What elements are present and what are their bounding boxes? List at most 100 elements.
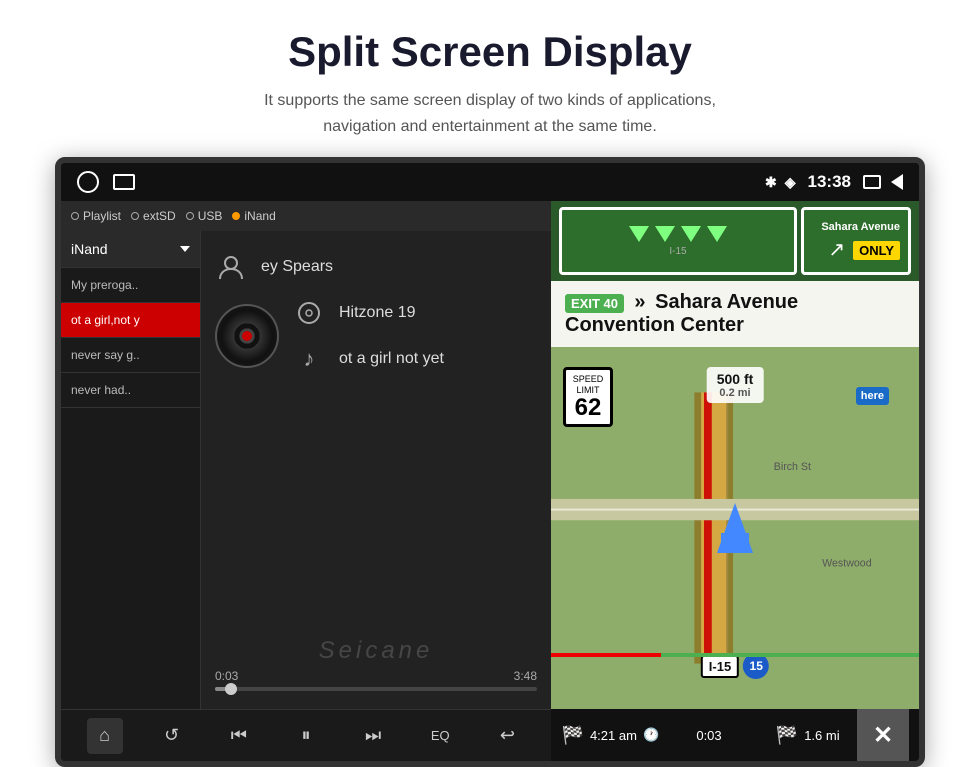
- up-right-arrow-icon: ↗: [828, 237, 845, 262]
- music-panel: Playlist extSD USB iNand: [61, 201, 551, 761]
- remaining-distance: 1.6 mi: [804, 728, 839, 743]
- nav-elapsed: 0:03: [660, 728, 759, 743]
- map-area: Birch St Westwood SPEEDLIMIT 62 500 ft 0…: [551, 347, 919, 709]
- pause-button[interactable]: ⏸: [288, 718, 324, 754]
- album-name: Hitzone 19: [339, 304, 416, 322]
- tab-playlist[interactable]: Playlist: [71, 209, 121, 223]
- music-body: iNand My preroga.. ot a girl,not y never…: [61, 231, 551, 709]
- controls-bar: ⌂ ↺ ⏮ ⏸ ⏭ EQ ↩: [61, 709, 551, 761]
- highway-sign-left: I-15: [559, 207, 797, 275]
- distance-overlay: 500 ft 0.2 mi: [707, 367, 764, 403]
- playlist-item-2[interactable]: never say g..: [61, 338, 200, 373]
- vinyl-disc: [215, 304, 279, 368]
- nav-close-button[interactable]: ✕: [857, 709, 909, 761]
- eta-time: 4:21 am: [590, 728, 637, 743]
- album-row: Hitzone 19 ♪ ot a girl not yet: [215, 297, 537, 375]
- location-icon: ◈: [785, 174, 796, 191]
- status-left-icons: [77, 171, 135, 193]
- exit-street: Sahara Avenue: [655, 291, 798, 313]
- arrow-1: [629, 226, 649, 242]
- close-x-icon: ✕: [873, 721, 893, 750]
- svg-text:Westwood: Westwood: [822, 558, 872, 570]
- nav-bottom-bar: 🏁 4:21 am 🕐 0:03 🏁 1.6 mi ✕: [551, 709, 919, 761]
- dot-usb: [186, 212, 194, 220]
- window-icon: [863, 175, 881, 189]
- elapsed-time: 0:03: [696, 728, 721, 743]
- split-screen: Playlist extSD USB iNand: [61, 201, 919, 761]
- home-button[interactable]: ⌂: [87, 718, 123, 754]
- arrow-2: [655, 226, 675, 242]
- page-subtitle: It supports the same screen display of t…: [20, 88, 960, 139]
- artist-name: ey Spears: [261, 258, 333, 276]
- artist-row: ey Spears: [215, 251, 537, 283]
- only-badge: ONLY: [853, 241, 900, 260]
- player-center: ey Spears: [201, 231, 551, 709]
- image-icon: [113, 174, 135, 190]
- nav-remaining: 🏁 1.6 mi: [758, 725, 857, 746]
- back-icon: [891, 174, 903, 190]
- playlist-sidebar: iNand My preroga.. ot a girl,not y never…: [61, 231, 201, 709]
- status-bar: ✱ ◈ 13:38: [61, 163, 919, 201]
- track-info: ey Spears: [215, 251, 537, 375]
- arrow-4: [707, 226, 727, 242]
- page-title: Split Screen Display: [20, 28, 960, 76]
- tab-usb[interactable]: USB: [186, 209, 223, 223]
- status-right: ✱ ◈ 13:38: [765, 172, 903, 192]
- exit-instruction-bar: EXIT 40 » Sahara Avenue Convention Cente…: [551, 281, 919, 347]
- source-tabs: Playlist extSD USB iNand: [61, 201, 551, 231]
- dot-inand: [232, 212, 240, 220]
- progress-bar[interactable]: [215, 687, 537, 691]
- device-frame: ✱ ◈ 13:38 Playlist extSD: [55, 157, 925, 767]
- bluetooth-icon: ✱: [765, 174, 777, 191]
- sahara-avenue-label: Sahara Avenue: [821, 221, 900, 233]
- next-button[interactable]: ⏭: [355, 718, 391, 754]
- nav-icons: [863, 174, 903, 190]
- highway-sign-right: Sahara Avenue ↗ ONLY: [801, 207, 911, 275]
- highway-sign-area: I-15 Sahara Avenue ↗ ONLY: [551, 201, 919, 281]
- speed-limit-number: 62: [570, 396, 606, 420]
- progress-thumb: [225, 683, 237, 695]
- tab-inand[interactable]: iNand: [232, 209, 275, 223]
- time-current: 0:03: [215, 669, 238, 683]
- nav-arrow-container: [717, 503, 753, 553]
- artist-icon: [215, 251, 247, 283]
- flag-start-icon: 🏁: [562, 725, 584, 746]
- nav-eta: 🏁 4:21 am 🕐: [561, 725, 660, 746]
- source-label: iNand: [71, 241, 108, 257]
- arrow-3: [681, 226, 701, 242]
- time-total: 3:48: [514, 669, 537, 683]
- track-name: ot a girl not yet: [339, 350, 444, 368]
- prev-button[interactable]: ⏮: [221, 718, 257, 754]
- progress-times: 0:03 3:48: [215, 669, 537, 683]
- dot-playlist: [71, 212, 79, 220]
- clock-icon: 🕐: [643, 727, 659, 743]
- music-note-icon: ♪: [293, 343, 325, 375]
- progress-area: Seicane 0:03 3:48: [215, 633, 537, 699]
- dropdown-arrow-icon: [180, 246, 190, 252]
- disc-icon: [293, 297, 325, 329]
- tab-extsd[interactable]: extSD: [131, 209, 176, 223]
- playlist-item-3[interactable]: never had..: [61, 373, 200, 408]
- route-red-bar: [551, 653, 661, 657]
- nav-arrow: [717, 503, 753, 553]
- repeat-button[interactable]: ↺: [154, 718, 190, 754]
- here-logo: here: [856, 387, 889, 405]
- highway-arrows: [629, 226, 727, 242]
- dot-extsd: [131, 212, 139, 220]
- exit-badge: EXIT 40: [565, 294, 624, 313]
- playlist-item-1[interactable]: ot a girl,not y: [61, 303, 200, 338]
- page-header: Split Screen Display It supports the sam…: [0, 0, 980, 157]
- i15-text: I-15: [701, 655, 739, 678]
- eq-button[interactable]: EQ: [422, 718, 458, 754]
- distance-mi: 0.2 mi: [719, 387, 750, 399]
- back-button[interactable]: ↩: [489, 718, 525, 754]
- speed-limit-sign: SPEEDLIMIT 62: [563, 367, 613, 427]
- watermark: Seicane: [215, 637, 537, 665]
- time-display: 13:38: [808, 172, 851, 192]
- playlist-source-selector[interactable]: iNand: [61, 231, 200, 268]
- svg-text:Birch St: Birch St: [774, 461, 811, 473]
- nav-panel: I-15 Sahara Avenue ↗ ONLY EXIT 40 » Saha…: [551, 201, 919, 761]
- exit-location: Convention Center: [565, 314, 744, 336]
- flag-end-icon: 🏁: [776, 725, 798, 746]
- playlist-item-0[interactable]: My preroga..: [61, 268, 200, 303]
